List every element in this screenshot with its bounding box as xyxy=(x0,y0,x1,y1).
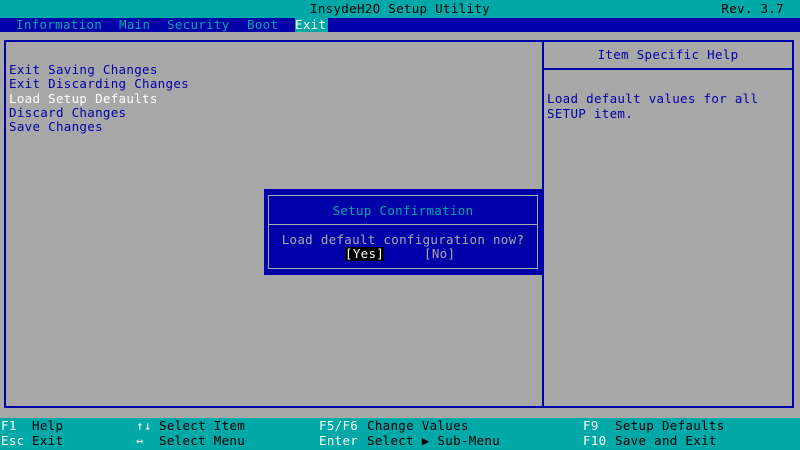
tab-security[interactable]: Security xyxy=(167,18,230,32)
option-load-setup-defaults[interactable]: Load Setup Defaults xyxy=(9,91,189,106)
footer-key-f5f6: F5/F6 xyxy=(319,418,359,433)
title-bar: InsydeH2O Setup Utility Rev. 3.7 xyxy=(0,0,800,18)
yes-button[interactable]: [Yes] xyxy=(345,247,385,261)
footer-key-enter: Enter xyxy=(319,433,359,448)
option-exit-discarding-changes[interactable]: Exit Discarding Changes xyxy=(9,76,189,91)
bios-screen: InsydeH2O Setup Utility Rev. 3.7 Informa… xyxy=(0,0,800,450)
footer-desc-change-values: Change Values xyxy=(367,418,469,433)
dialog-title: Setup Confirmation xyxy=(332,203,474,218)
option-discard-changes[interactable]: Discard Changes xyxy=(9,105,189,120)
footer-desc-select-submenu: Select ▶ Sub-Menu xyxy=(367,433,501,448)
revision-label: Rev. 3.7 xyxy=(721,1,784,16)
app-title: InsydeH2O Setup Utility xyxy=(310,1,490,16)
option-save-changes[interactable]: Save Changes xyxy=(9,119,189,134)
updown-arrows-icon: ↑↓ xyxy=(136,418,152,433)
dialog-frame: Setup Confirmation Load default configur… xyxy=(268,195,538,269)
footer-key-legend: F1 Help Esc Exit ↑↓ Select Item ↔ Select… xyxy=(0,418,800,450)
help-text: Load default values for all SETUP item. xyxy=(547,91,759,121)
footer-desc-exit: Exit xyxy=(32,433,64,448)
tab-boot[interactable]: Boot xyxy=(247,18,278,32)
footer-key-f9: F9 xyxy=(583,418,599,433)
footer-key-f1: F1 xyxy=(1,418,17,433)
footer-key-esc: Esc xyxy=(1,433,25,448)
dialog-separator xyxy=(269,224,537,225)
confirmation-dialog: Setup Confirmation Load default configur… xyxy=(264,189,544,275)
tab-information[interactable]: Information xyxy=(16,18,102,32)
tab-exit[interactable]: Exit xyxy=(295,18,328,32)
exit-options-list: Exit Saving Changes Exit Discarding Chan… xyxy=(9,62,189,134)
option-exit-saving-changes[interactable]: Exit Saving Changes xyxy=(9,62,189,77)
footer-desc-setup-defaults: Setup Defaults xyxy=(615,418,725,433)
tab-main[interactable]: Main xyxy=(119,18,150,32)
dialog-message: Load default configuration now? xyxy=(281,232,525,247)
footer-desc-select-menu: Select Menu xyxy=(159,433,246,448)
help-header-divider xyxy=(544,68,792,70)
no-button[interactable]: [No] xyxy=(424,247,455,261)
leftright-arrows-icon: ↔ xyxy=(136,433,144,448)
footer-key-f10: F10 xyxy=(583,433,607,448)
help-header: Item Specific Help xyxy=(597,47,739,62)
footer-desc-help: Help xyxy=(32,418,64,433)
footer-desc-save-and-exit: Save and Exit xyxy=(615,433,717,448)
footer-desc-select-item: Select Item xyxy=(159,418,246,433)
menu-bar: Information Main Security Boot Exit xyxy=(0,18,800,32)
